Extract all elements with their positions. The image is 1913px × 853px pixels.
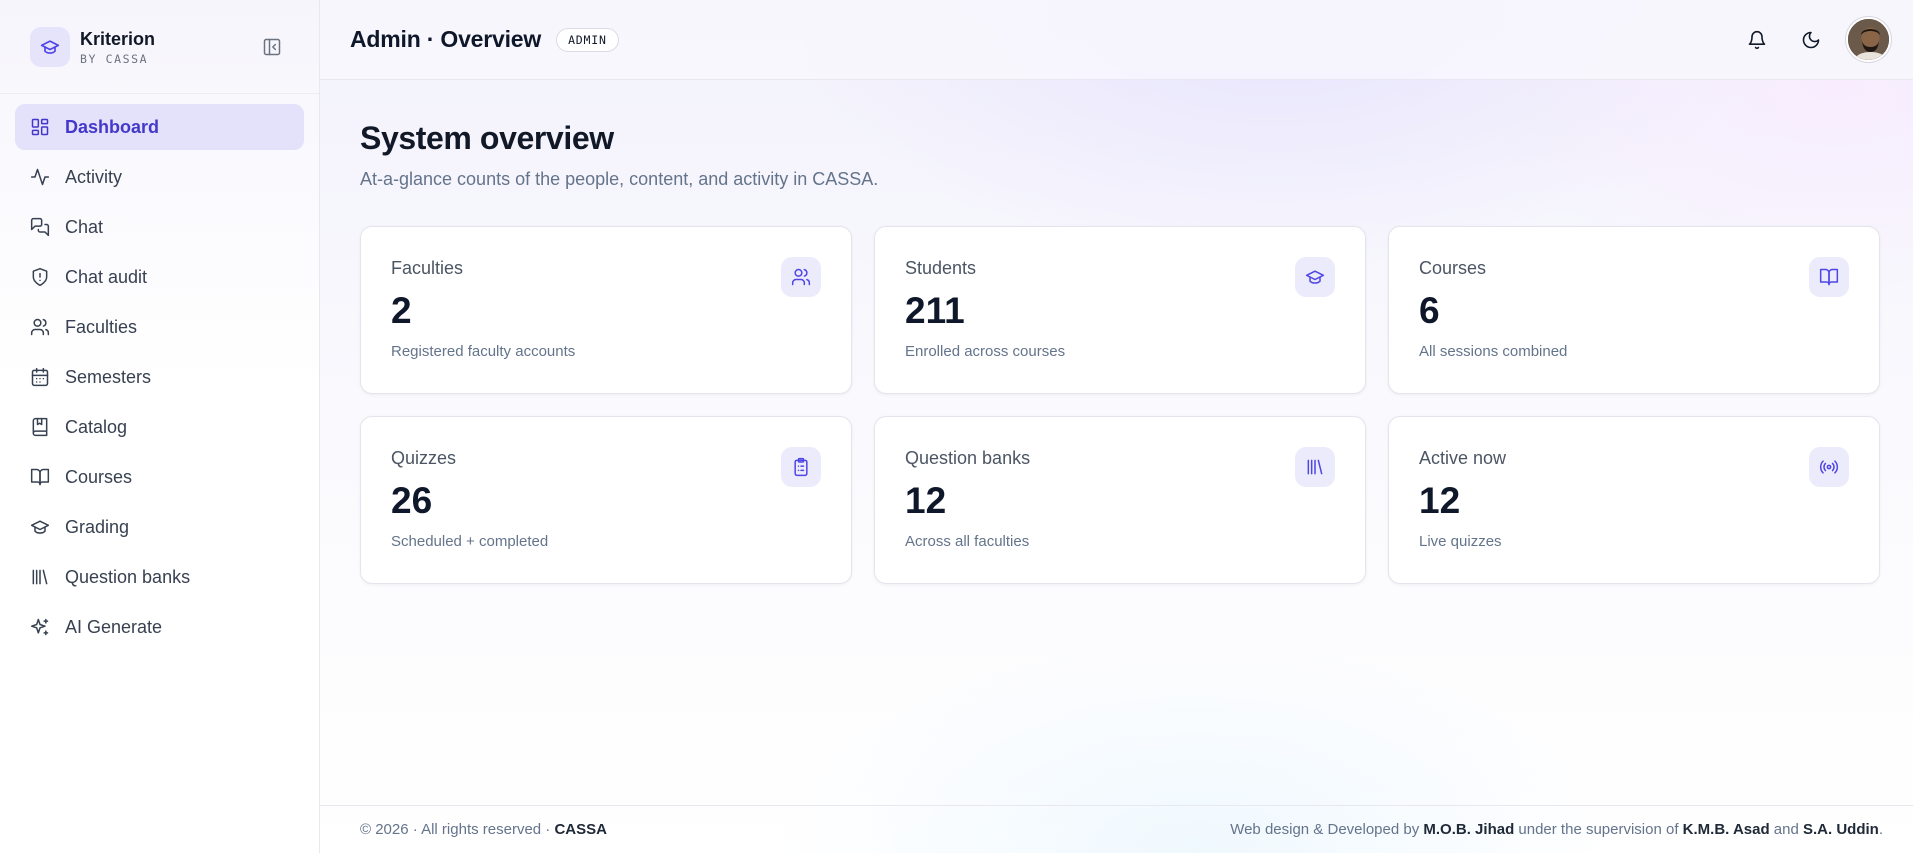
page-title: Admin · Overview bbox=[350, 26, 542, 52]
credit-mid: under the supervision of bbox=[1514, 821, 1683, 838]
collapse-sidebar-button[interactable] bbox=[258, 34, 286, 60]
panel-left-close-icon bbox=[263, 38, 281, 56]
sidebar-item-label: Semesters bbox=[65, 366, 152, 387]
stat-note: Registered faculty accounts bbox=[391, 343, 576, 360]
sidebar-item-activity[interactable]: Activity bbox=[15, 154, 304, 200]
supervisor-name: S.A. Uddin bbox=[1803, 821, 1879, 838]
stat-label: Faculties bbox=[391, 258, 464, 278]
sidebar-item-label: Faculties bbox=[65, 316, 138, 337]
chat-icon bbox=[30, 217, 50, 237]
sidebar-item-label: Chat bbox=[65, 216, 104, 237]
stats-grid: Faculties 2 Registered faculty accounts … bbox=[360, 226, 1880, 584]
bookmark-book-icon bbox=[30, 417, 50, 437]
footer: © 2026 · All rights reserved · CASSA Web… bbox=[320, 805, 1913, 853]
stat-card-active-now[interactable]: Active now 12 Live quizzes bbox=[1388, 416, 1880, 584]
sidebar-item-faculties[interactable]: Faculties bbox=[15, 304, 304, 350]
topbar: Admin · Overview ADMIN bbox=[320, 0, 1913, 80]
users-icon bbox=[30, 317, 50, 337]
section-subtitle: At-a-glance counts of the people, conten… bbox=[360, 169, 879, 189]
sidebar-item-chat-audit[interactable]: Chat audit bbox=[15, 254, 304, 300]
stat-note: Enrolled across courses bbox=[905, 343, 1066, 360]
sidebar-item-semesters[interactable]: Semesters bbox=[15, 354, 304, 400]
stat-note: Scheduled + completed bbox=[391, 533, 549, 550]
stat-card-quizzes[interactable]: Quizzes 26 Scheduled + completed bbox=[360, 416, 852, 584]
notifications-button[interactable] bbox=[1738, 21, 1776, 59]
dashboard-icon bbox=[30, 117, 50, 137]
stat-value: 2 bbox=[391, 290, 412, 331]
stat-label: Students bbox=[905, 258, 977, 278]
sidebar-item-label: AI Generate bbox=[65, 616, 163, 637]
graduation-cap-icon bbox=[1295, 257, 1335, 297]
sidebar: Kriterion BY CASSA Dashboard Activity Ch… bbox=[0, 0, 320, 853]
clipboard-list-icon bbox=[781, 447, 821, 487]
stat-label: Active now bbox=[1419, 448, 1507, 468]
activity-icon bbox=[30, 167, 50, 187]
stat-card-faculties[interactable]: Faculties 2 Registered faculty accounts bbox=[360, 226, 852, 394]
stat-card-students[interactable]: Students 211 Enrolled across courses bbox=[874, 226, 1366, 394]
org-name: CASSA bbox=[554, 821, 607, 838]
stat-label: Courses bbox=[1419, 258, 1487, 278]
stat-label: Question banks bbox=[905, 448, 1031, 468]
credit-end: . bbox=[1878, 821, 1883, 838]
brand: Kriterion BY CASSA bbox=[0, 0, 319, 94]
top-actions bbox=[1738, 17, 1891, 62]
credit-prefix: Web design & Developed by bbox=[1230, 821, 1424, 838]
sidebar-item-label: Courses bbox=[65, 466, 133, 487]
book-open-icon bbox=[30, 467, 50, 487]
brand-sub: BY CASSA bbox=[80, 51, 149, 66]
stat-value: 6 bbox=[1419, 290, 1440, 331]
stat-note: Live quizzes bbox=[1419, 533, 1502, 550]
sidebar-nav: Dashboard Activity Chat Chat audit Facul… bbox=[0, 94, 319, 664]
library-icon bbox=[1295, 447, 1335, 487]
stat-note: Across all faculties bbox=[905, 533, 1030, 550]
stat-value: 211 bbox=[905, 290, 965, 331]
sidebar-item-label: Catalog bbox=[65, 416, 128, 437]
book-open-icon bbox=[1809, 257, 1849, 297]
stat-value: 26 bbox=[391, 480, 433, 521]
stat-value: 12 bbox=[1419, 480, 1461, 521]
moon-icon bbox=[1802, 31, 1820, 48]
supervisor-name: K.M.B. Asad bbox=[1682, 821, 1770, 838]
shield-alert-icon bbox=[30, 267, 50, 287]
library-icon bbox=[30, 567, 50, 587]
user-avatar-icon bbox=[1848, 19, 1889, 60]
main-area: Admin · Overview ADMIN System overview A… bbox=[320, 0, 1913, 853]
sidebar-item-label: Dashboard bbox=[65, 116, 160, 137]
section-title: System overview bbox=[360, 120, 614, 156]
overview-section: System overview At-a-glance counts of th… bbox=[320, 80, 1913, 584]
sidebar-item-label: Question banks bbox=[65, 566, 191, 587]
sidebar-item-dashboard[interactable]: Dashboard bbox=[15, 104, 304, 150]
stat-card-question-banks[interactable]: Question banks 12 Across all faculties bbox=[874, 416, 1366, 584]
role-badge: ADMIN bbox=[556, 27, 619, 52]
sidebar-item-catalog[interactable]: Catalog bbox=[15, 404, 304, 450]
graduation-cap-icon[interactable] bbox=[30, 26, 70, 67]
bell-icon bbox=[1748, 30, 1766, 49]
sidebar-item-grading[interactable]: Grading bbox=[15, 504, 304, 550]
footer-credits: Web design & Developed by M.O.B. Jihad u… bbox=[1230, 821, 1883, 838]
sidebar-item-ai-generate[interactable]: AI Generate bbox=[15, 604, 304, 650]
sidebar-item-question-banks[interactable]: Question banks bbox=[15, 554, 304, 600]
sparkles-icon bbox=[30, 617, 50, 637]
calendar-icon bbox=[30, 367, 50, 387]
sidebar-item-chat[interactable]: Chat bbox=[15, 204, 304, 250]
stat-value: 12 bbox=[905, 480, 947, 521]
brand-name: Kriterion bbox=[80, 28, 156, 49]
theme-toggle-button[interactable] bbox=[1792, 21, 1830, 59]
graduation-cap-icon bbox=[30, 517, 50, 537]
radio-icon bbox=[1809, 447, 1849, 487]
sidebar-item-label: Chat audit bbox=[65, 266, 148, 287]
credit-and: and bbox=[1769, 821, 1803, 838]
avatar[interactable] bbox=[1846, 17, 1891, 62]
sidebar-item-label: Grading bbox=[65, 516, 130, 537]
footer-copyright: © 2026 · All rights reserved · CASSA bbox=[360, 821, 607, 838]
copyright-text: © 2026 · All rights reserved · bbox=[360, 821, 555, 838]
sidebar-item-label: Activity bbox=[65, 166, 123, 187]
stat-label: Quizzes bbox=[391, 448, 457, 468]
users-icon bbox=[781, 257, 821, 297]
stat-card-courses[interactable]: Courses 6 All sessions combined bbox=[1388, 226, 1880, 394]
sidebar-item-courses[interactable]: Courses bbox=[15, 454, 304, 500]
stat-note: All sessions combined bbox=[1419, 343, 1568, 360]
developer-name: M.O.B. Jihad bbox=[1423, 821, 1515, 838]
